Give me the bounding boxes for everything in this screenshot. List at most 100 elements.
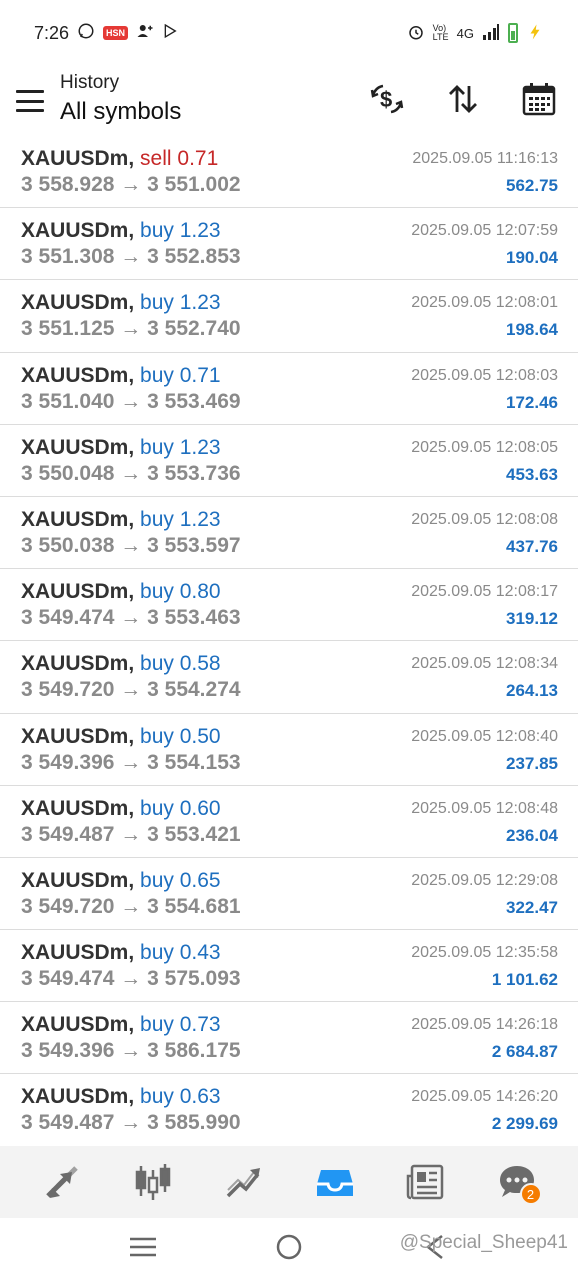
inbox-icon bbox=[316, 1170, 353, 1196]
deal-type: buy bbox=[140, 291, 174, 315]
deal-volume: 0.63 bbox=[179, 1085, 221, 1109]
close-price: 3 551.002 bbox=[147, 173, 241, 196]
deal-prices: 3 551.308 → 3 552.853 bbox=[21, 245, 241, 269]
play-store-icon bbox=[162, 23, 178, 44]
deal-time: 2025.09.05 12:08:05 bbox=[411, 438, 558, 456]
deal-type: sell bbox=[140, 147, 172, 170]
deal-row[interactable]: XAUUSDm, buy 0.58 3 549.720 → 3 554.274 20… bbox=[0, 641, 578, 714]
currency-exchange-icon[interactable]: $ bbox=[368, 80, 406, 118]
deal-volume: 0.50 bbox=[179, 724, 221, 748]
deal-row[interactable]: XAUUSDm, buy 0.50 3 549.396 → 3 554.153 20… bbox=[0, 714, 578, 786]
close-price: 3 586.175 bbox=[147, 1039, 241, 1063]
deal-profit: 236.04 bbox=[506, 825, 558, 845]
open-price: 3 558.928 bbox=[21, 173, 115, 196]
symbol-name: XAUUSDm, bbox=[21, 219, 135, 243]
charging-icon bbox=[526, 23, 544, 44]
nav-news[interactable] bbox=[401, 1157, 451, 1207]
price-arrow: → bbox=[120, 389, 142, 413]
recent-apps-icon[interactable] bbox=[128, 1235, 158, 1264]
deal-volume: 1.23 bbox=[179, 435, 221, 459]
header-titles[interactable]: History All symbols bbox=[60, 72, 181, 126]
signal-icon bbox=[482, 23, 500, 43]
deal-profit: 562.75 bbox=[506, 176, 558, 195]
deal-time: 2025.09.05 11:16:13 bbox=[412, 150, 558, 167]
price-arrow: → bbox=[120, 967, 142, 991]
nav-chart[interactable] bbox=[128, 1157, 178, 1207]
deal-row[interactable]: XAUUSDm, buy 0.65 3 549.720 → 3 554.681 20… bbox=[0, 858, 578, 931]
deal-row[interactable]: XAUUSDm, buy 0.63 3 549.487 → 3 585.990 20… bbox=[0, 1074, 578, 1147]
deal-row[interactable]: XAUUSDm, buy 0.60 3 549.487 → 3 553.421 20… bbox=[0, 786, 578, 858]
open-price: 3 551.040 bbox=[21, 389, 115, 413]
price-arrow: → bbox=[120, 1111, 142, 1135]
symbol-name: XAUUSDm, bbox=[21, 796, 135, 820]
deal-type: buy bbox=[140, 1085, 174, 1109]
deal-symbol: XAUUSDm, buy 0.63 bbox=[21, 1085, 221, 1109]
symbol-name: XAUUSDm, bbox=[21, 868, 135, 892]
network-label: 4G bbox=[456, 25, 474, 41]
deal-symbol: XAUUSDm, buy 0.71 bbox=[21, 364, 221, 388]
bottom-nav: 2 bbox=[0, 1146, 578, 1218]
deal-type: buy bbox=[140, 363, 174, 387]
deal-row[interactable]: XAUUSDm, sell 0.71 3 558.928 → 3 551.002 2… bbox=[0, 136, 578, 209]
close-price: 3 585.990 bbox=[147, 1111, 241, 1135]
nav-history[interactable] bbox=[310, 1157, 360, 1207]
deal-row[interactable]: XAUUSDm, buy 0.73 3 549.396 → 3 586.175 20… bbox=[0, 1002, 578, 1075]
deal-row[interactable]: XAUUSDm, buy 0.71 3 551.040 → 3 553.469 20… bbox=[0, 353, 578, 425]
symbol-name: XAUUSDm, bbox=[21, 363, 135, 387]
svg-text:$: $ bbox=[380, 87, 392, 112]
deal-type: buy bbox=[140, 941, 174, 965]
nav-quotes[interactable] bbox=[37, 1157, 87, 1207]
close-price: 3 553.597 bbox=[147, 533, 241, 557]
deal-time: 2025.09.05 12:08:17 bbox=[411, 583, 558, 601]
quotes-arrows-icon bbox=[45, 1166, 78, 1198]
symbol-name: XAUUSDm, bbox=[21, 724, 135, 748]
price-arrow: → bbox=[120, 750, 142, 774]
calendar-icon[interactable] bbox=[520, 80, 558, 118]
price-arrow: → bbox=[120, 1039, 142, 1063]
deal-row[interactable]: XAUUSDm, buy 1.23 3 550.048 → 3 553.736 20… bbox=[0, 425, 578, 497]
deal-row[interactable]: XAUUSDm, buy 1.23 3 550.038 → 3 553.597 20… bbox=[0, 497, 578, 570]
open-price: 3 549.487 bbox=[21, 1111, 115, 1135]
deal-row[interactable]: XAUUSDm, buy 1.23 3 551.308 → 3 552.853 20… bbox=[0, 208, 578, 281]
deal-row[interactable]: XAUUSDm, buy 0.80 3 549.474 → 3 553.463 20… bbox=[0, 569, 578, 642]
sort-icon[interactable] bbox=[444, 80, 482, 118]
deal-volume: 0.65 bbox=[179, 868, 221, 892]
deal-symbol: XAUUSDm, buy 0.50 bbox=[21, 725, 221, 749]
close-price: 3 554.274 bbox=[147, 678, 241, 702]
deal-time: 2025.09.05 12:08:40 bbox=[411, 727, 558, 745]
close-price: 3 553.421 bbox=[147, 822, 241, 846]
price-arrow: → bbox=[120, 678, 142, 702]
deal-type: buy bbox=[140, 580, 174, 604]
deal-time: 2025.09.05 12:08:01 bbox=[411, 294, 558, 312]
deal-time: 2025.09.05 12:08:08 bbox=[411, 510, 558, 528]
home-icon[interactable] bbox=[274, 1232, 304, 1267]
nav-trade[interactable] bbox=[219, 1157, 269, 1207]
deal-symbol: XAUUSDm, buy 1.23 bbox=[21, 508, 221, 532]
symbol-name: XAUUSDm, bbox=[21, 507, 135, 531]
deal-symbol: XAUUSDm, buy 0.60 bbox=[21, 797, 221, 821]
open-price: 3 549.487 bbox=[21, 822, 115, 846]
close-price: 3 553.736 bbox=[147, 461, 241, 485]
deal-volume: 0.58 bbox=[179, 652, 221, 676]
deal-symbol: XAUUSDm, buy 0.43 bbox=[21, 941, 221, 965]
status-bar: 7:26 HSN Vo) LTE 4G bbox=[0, 0, 578, 66]
alarm-icon bbox=[407, 23, 425, 44]
deal-profit: 172.46 bbox=[506, 392, 558, 412]
open-price: 3 549.474 bbox=[21, 606, 115, 630]
open-price: 3 549.720 bbox=[21, 894, 115, 918]
open-price: 3 549.720 bbox=[21, 678, 115, 702]
menu-button[interactable] bbox=[16, 90, 44, 112]
deal-profit: 264.13 bbox=[506, 681, 558, 701]
deal-profit: 322.47 bbox=[506, 897, 558, 917]
close-price: 3 553.463 bbox=[147, 606, 241, 630]
deal-row[interactable]: XAUUSDm, buy 0.43 3 549.474 → 3 575.093 20… bbox=[0, 930, 578, 1003]
deal-prices: 3 558.928 → 3 551.002 bbox=[21, 173, 241, 197]
close-price: 3 575.093 bbox=[147, 967, 241, 991]
nav-messages[interactable]: 2 bbox=[492, 1157, 542, 1207]
symbol-name: XAUUSDm, bbox=[21, 652, 135, 676]
deal-profit: 2 299.69 bbox=[491, 1114, 558, 1134]
deal-profit: 198.64 bbox=[506, 320, 558, 340]
deal-time: 2025.09.05 14:26:18 bbox=[411, 1016, 558, 1034]
deal-row[interactable]: XAUUSDm, buy 1.23 3 551.125 → 3 552.740 20… bbox=[0, 280, 578, 353]
deal-volume: 0.43 bbox=[179, 941, 221, 965]
